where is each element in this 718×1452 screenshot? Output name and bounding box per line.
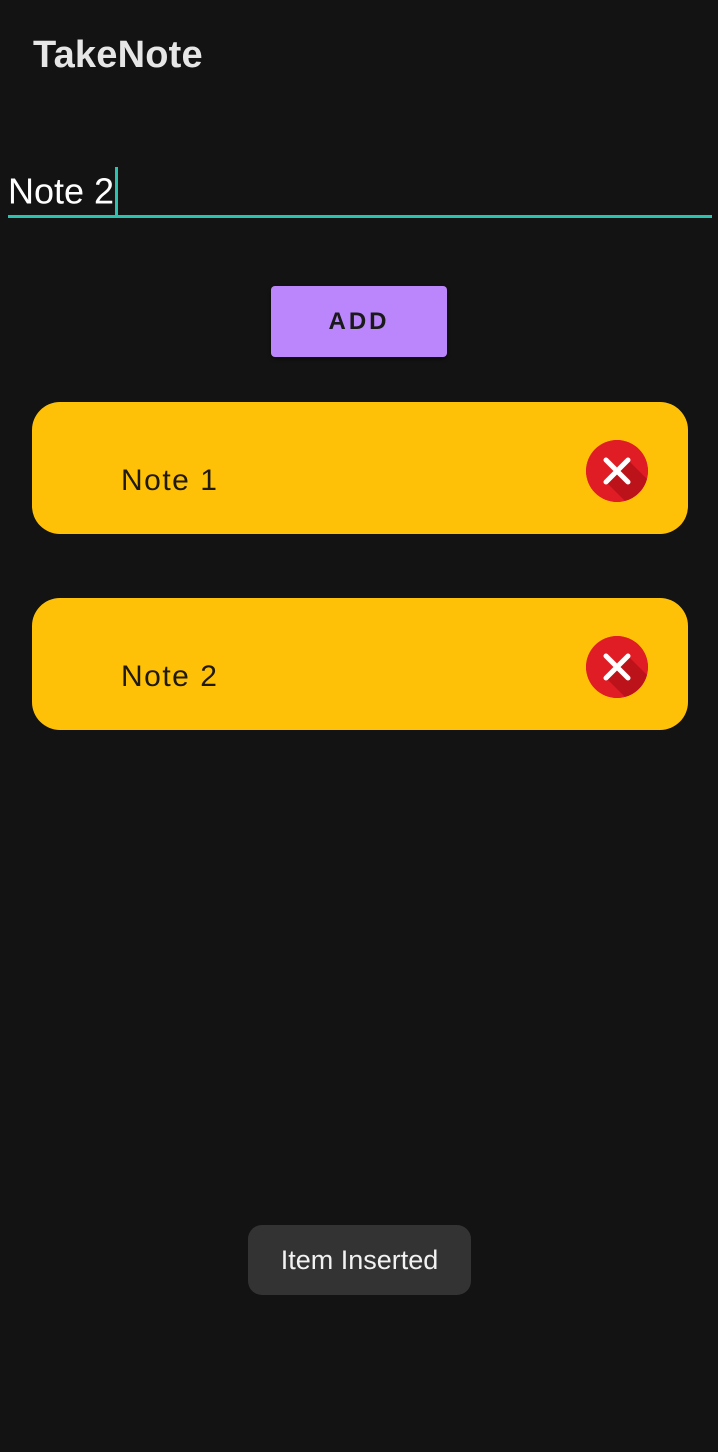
app-title: TakeNote bbox=[33, 34, 203, 76]
note-label: Note 1 bbox=[121, 464, 219, 497]
delete-note-button[interactable] bbox=[586, 440, 648, 502]
text-caret bbox=[115, 167, 119, 215]
delete-note-button[interactable] bbox=[586, 636, 648, 698]
note-label: Note 2 bbox=[121, 660, 219, 693]
toast-message: Item Inserted bbox=[248, 1225, 471, 1295]
note-input-value[interactable]: Note 2 bbox=[8, 167, 119, 218]
app-screen: TakeNote Note 2 ADD Note 1 Note 2 Item I… bbox=[0, 0, 718, 1452]
note-input-text: Note 2 bbox=[8, 170, 115, 212]
close-circle-icon bbox=[586, 440, 648, 502]
add-button[interactable]: ADD bbox=[271, 286, 447, 357]
note-card[interactable]: Note 2 bbox=[32, 598, 688, 730]
note-input[interactable]: Note 2 bbox=[8, 160, 712, 220]
input-underline bbox=[8, 215, 712, 218]
note-card[interactable]: Note 1 bbox=[32, 402, 688, 534]
close-circle-icon bbox=[586, 636, 648, 698]
